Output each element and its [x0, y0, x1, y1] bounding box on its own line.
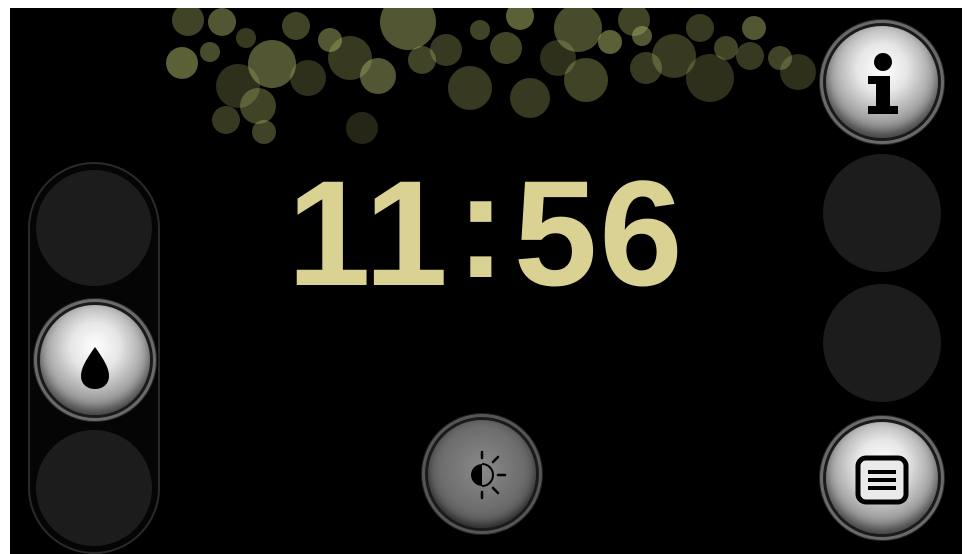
- right-slot-2[interactable]: [823, 284, 941, 402]
- menu-button[interactable]: [826, 422, 938, 534]
- right-slot-1[interactable]: [823, 154, 941, 272]
- info-button[interactable]: [826, 26, 938, 138]
- left-bottom-slot[interactable]: [36, 430, 152, 546]
- clock-separator: :: [455, 141, 508, 309]
- water-button[interactable]: [40, 305, 150, 415]
- brightness-icon: [471, 450, 507, 500]
- menu-list-icon: [855, 455, 909, 505]
- device-screen: 11:56: [10, 8, 962, 554]
- water-drop-icon: [81, 347, 109, 389]
- info-icon: [868, 53, 898, 114]
- clock-minutes: 56: [513, 149, 685, 317]
- clock-display: 11:56: [10, 150, 962, 308]
- brightness-button[interactable]: [428, 420, 536, 528]
- clock-hours: 11: [287, 149, 450, 317]
